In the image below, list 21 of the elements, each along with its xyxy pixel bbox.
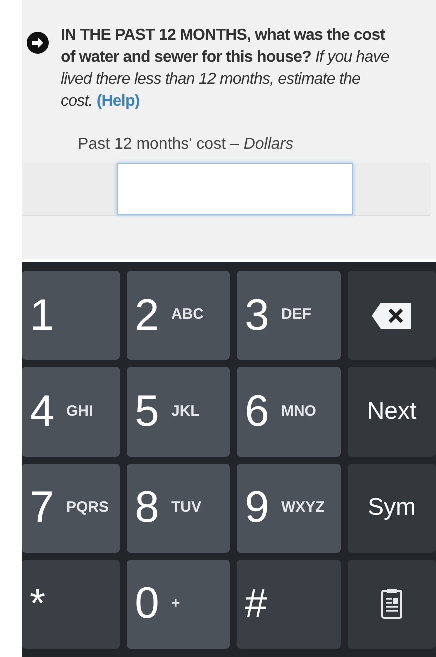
question-text: IN THE PAST 12 MONTHS, what was the cost of water and sewer for this house? If you have lived there less than 12 months, estimate the cost. (Help) bbox=[61, 26, 390, 112]
cost-input-field[interactable] bbox=[117, 163, 353, 215]
help-link[interactable]: (Help) bbox=[96, 93, 140, 110]
keypad-key[interactable]: 5 JKL bbox=[127, 367, 230, 456]
keypad-key[interactable]: Next bbox=[348, 367, 436, 456]
keypad-key[interactable]: 2 ABC bbox=[127, 271, 230, 360]
keypad-key[interactable]: # bbox=[237, 560, 341, 649]
keypad-key[interactable]: 1 bbox=[22, 271, 120, 360]
arrow-circle-icon bbox=[27, 32, 49, 54]
clipboard-icon[interactable] bbox=[381, 588, 403, 620]
backspace-icon[interactable] bbox=[371, 300, 413, 331]
keypad-key[interactable]: 7 PQRS bbox=[22, 464, 120, 553]
keypad-key[interactable]: 4 GHI bbox=[22, 367, 120, 456]
keypad-key[interactable]: * bbox=[22, 560, 120, 649]
keypad-key[interactable]: 9 WXYZ bbox=[237, 464, 341, 553]
keypad-key[interactable]: 3 DEF bbox=[237, 271, 341, 360]
keypad-key[interactable]: Sym bbox=[348, 464, 436, 553]
keypad-key[interactable]: 6 MNO bbox=[237, 367, 341, 456]
field-label: Past 12 months' cost – Dollars bbox=[78, 136, 294, 153]
keypad-key[interactable]: 8 TUV bbox=[127, 464, 230, 553]
keypad-key[interactable]: 0 + bbox=[127, 560, 230, 649]
